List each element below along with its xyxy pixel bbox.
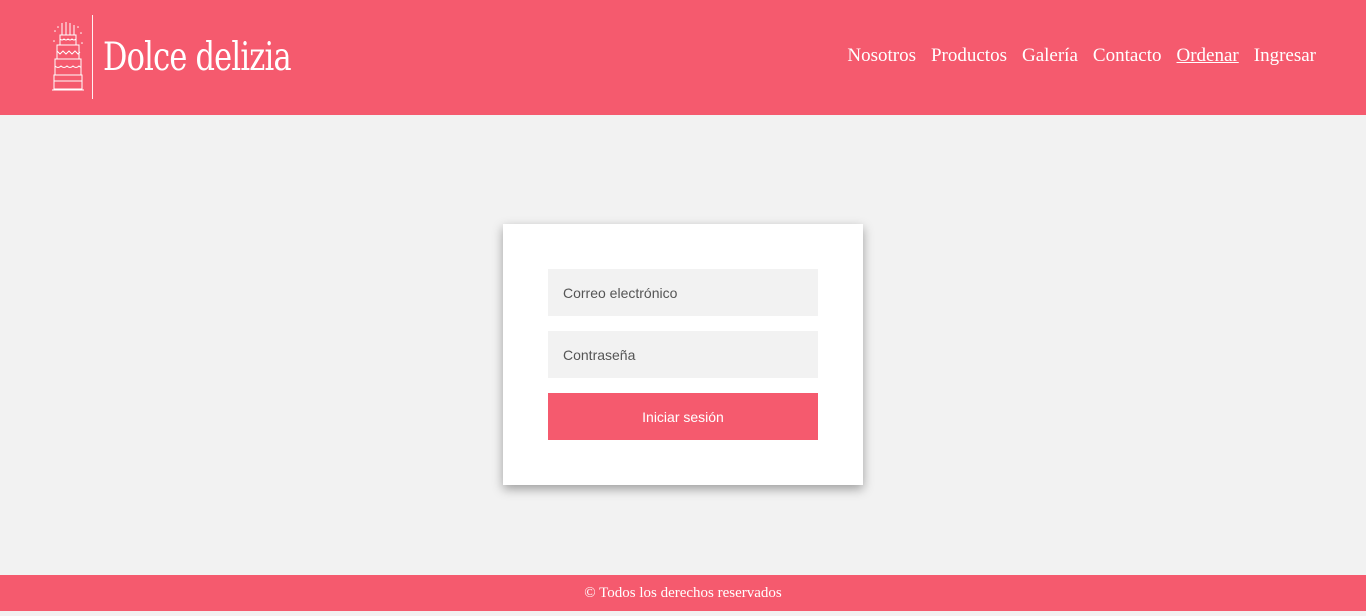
- password-field[interactable]: [548, 331, 818, 378]
- nav-link-nosotros[interactable]: Nosotros: [847, 44, 916, 68]
- main-nav: Nosotros Productos Galería Contacto Orde…: [832, 44, 1316, 68]
- nav-link-galeria[interactable]: Galería: [1022, 44, 1078, 68]
- cake-icon: [52, 22, 84, 91]
- logo-divider: [92, 15, 93, 99]
- nav-link-productos[interactable]: Productos: [931, 44, 1007, 68]
- email-field[interactable]: [548, 269, 818, 316]
- site-footer: © Todos los derechos reservados: [0, 575, 1366, 611]
- login-button[interactable]: Iniciar sesión: [548, 393, 818, 440]
- nav-link-ordenar[interactable]: Ordenar: [1177, 44, 1239, 68]
- brand-name: Dolce delizia: [103, 34, 292, 80]
- nav-link-contacto[interactable]: Contacto: [1093, 44, 1162, 68]
- brand-logo[interactable]: Dolce delizia: [52, 14, 344, 100]
- nav-link-ingresar[interactable]: Ingresar: [1254, 44, 1316, 68]
- copyright-text: © Todos los derechos reservados: [584, 584, 782, 601]
- site-header: Dolce delizia Nosotros Productos Galería…: [0, 0, 1366, 115]
- login-form: Iniciar sesión: [503, 224, 863, 485]
